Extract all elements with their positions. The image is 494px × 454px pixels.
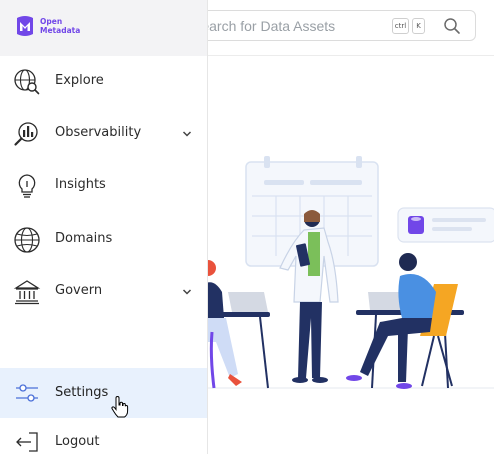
sidebar-item-domains[interactable]: Domains (0, 216, 207, 264)
sidebar-item-settings[interactable]: Settings (0, 368, 207, 418)
globe-icon (14, 227, 40, 253)
search-box[interactable]: ctrl K (198, 10, 476, 41)
shortcut-k-key: K (412, 18, 425, 34)
sidebar-item-insights[interactable]: Insights (0, 162, 207, 210)
app-window: ctrl K (0, 0, 494, 454)
data-asset-card-graphic (397, 207, 494, 243)
top-navbar: ctrl K (198, 0, 494, 56)
sidebar-item-label: Domains (55, 231, 113, 246)
sidebar-item-label: Observability (55, 125, 142, 140)
chevron-down-icon[interactable] (181, 286, 193, 298)
woman-at-desk-graphic (208, 260, 270, 389)
search-input[interactable] (199, 11, 384, 40)
observability-icon (14, 122, 38, 146)
shortcut-ctrl-key: ctrl (392, 18, 409, 34)
lightbulb-icon (18, 174, 36, 198)
sidebar-item-observability[interactable]: Observability (0, 110, 207, 158)
welcome-illustration (208, 156, 494, 389)
brand-line2: Metadata (40, 26, 81, 35)
sidebar-item-label: Govern (55, 283, 103, 298)
man-at-desk-graphic (346, 253, 464, 389)
sidebar-item-explore[interactable]: Explore (0, 58, 207, 106)
bank-icon (13, 280, 41, 305)
left-sidebar: Open Metadata Explore Observability Insi… (0, 0, 208, 454)
sidebar-item-label: Explore (55, 73, 104, 88)
sidebar-item-label: Logout (55, 434, 100, 449)
sidebar-item-label: Settings (55, 385, 109, 400)
logout-arrow-icon (16, 432, 38, 452)
openmetadata-logo-icon (17, 16, 33, 36)
chevron-down-icon[interactable] (181, 128, 193, 140)
sidebar-item-label: Insights (55, 177, 106, 192)
sliders-icon (16, 384, 38, 402)
brand-wordmark: Open Metadata (40, 17, 80, 35)
search-icon[interactable] (443, 17, 461, 35)
brand-line1: Open (40, 17, 63, 26)
hand-pointer-cursor-icon (111, 396, 129, 418)
sidebar-item-govern[interactable]: Govern (0, 268, 207, 316)
explore-globe-search-icon (14, 69, 40, 95)
brand-header[interactable]: Open Metadata (0, 0, 207, 56)
sidebar-item-logout[interactable]: Logout (0, 420, 207, 454)
